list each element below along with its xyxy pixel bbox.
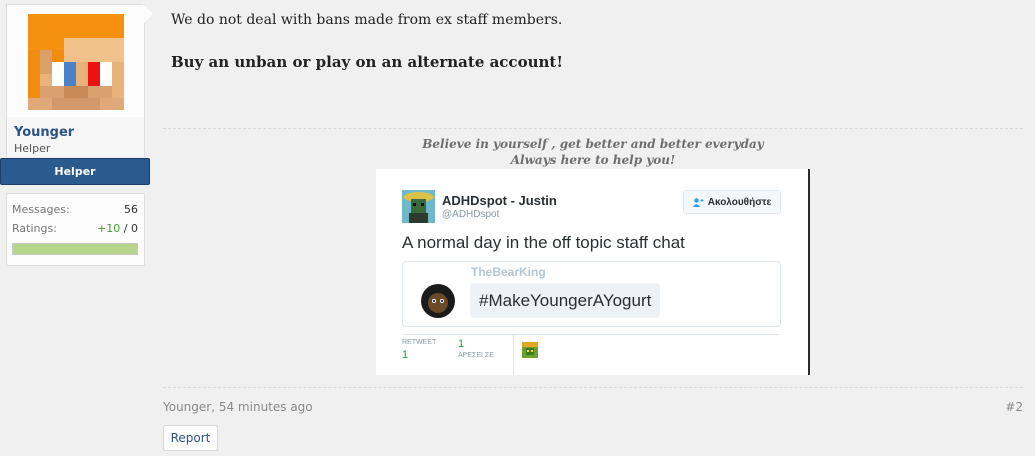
message-footer-divider bbox=[163, 387, 1023, 388]
minecraft-skin-face-icon bbox=[28, 14, 124, 110]
tweet-quoted-message: TheBearKing #MakeYoungerAYogurt bbox=[402, 261, 781, 327]
tweet-retweet-label: RETWEET bbox=[402, 339, 437, 346]
stat-ratings: Ratings: +10 / 0 bbox=[12, 222, 138, 235]
message-text-line: We do not deal with bans made from ex st… bbox=[171, 12, 563, 28]
tweet-fav-label: ΑΡΕΣΕΙ ΣΕ bbox=[458, 352, 494, 359]
stat-messages-label: Messages: bbox=[12, 203, 70, 216]
tweet-fav-avatar-icon bbox=[522, 342, 538, 358]
ratings-positive: +10 bbox=[97, 222, 121, 235]
rating-bar-fill bbox=[13, 244, 137, 254]
tweet-follow-button: Ακολουθήστε bbox=[683, 190, 781, 214]
quoted-author-avatar-icon bbox=[421, 284, 455, 318]
user-title: Helper bbox=[14, 142, 51, 155]
message-text-bold: Buy an unban or play on an alternate acc… bbox=[171, 53, 563, 71]
post-author-date[interactable]: Younger, 54 minutes ago bbox=[163, 400, 313, 414]
tweet-fav-count: 1 bbox=[458, 338, 465, 350]
stat-ratings-label: Ratings: bbox=[12, 222, 57, 235]
tweet-follow-label: Ακολουθήστε bbox=[707, 196, 772, 208]
tweet-author-handle: @ADHDspot bbox=[442, 209, 500, 220]
stat-messages-value[interactable]: 56 bbox=[124, 203, 138, 216]
user-name-block: Younger Helper bbox=[6, 117, 145, 157]
tweet-stats-separator bbox=[513, 335, 514, 375]
signature-divider bbox=[163, 128, 1023, 129]
quoted-message-bubble: #MakeYoungerAYogurt bbox=[470, 283, 661, 318]
rating-bar bbox=[12, 243, 138, 255]
user-rank-banner: Helper bbox=[0, 158, 150, 185]
stat-messages: Messages: 56 bbox=[12, 203, 138, 216]
tweet-stats-divider bbox=[402, 334, 779, 335]
follow-user-plus-icon bbox=[692, 197, 704, 207]
avatar[interactable] bbox=[28, 14, 124, 110]
report-button[interactable]: Report bbox=[163, 425, 218, 451]
tweet-author-avatar-icon bbox=[402, 190, 435, 223]
post-number-link[interactable]: #2 bbox=[1005, 400, 1023, 414]
signature-line-1: Believe in yourself , get better and bet… bbox=[422, 137, 764, 151]
signature-line-2: Always here to help you! bbox=[510, 153, 676, 167]
user-stats: Messages: 56 Ratings: +10 / 0 bbox=[6, 193, 145, 266]
tweet-retweet-count: 1 bbox=[402, 349, 409, 361]
ratings-separator: / bbox=[120, 222, 131, 235]
tweet-text: A normal day in the off topic staff chat bbox=[402, 233, 685, 252]
message-arrow bbox=[143, 4, 153, 24]
user-signature: Believe in yourself , get better and bet… bbox=[163, 136, 1023, 168]
tweet-author-name: ADHDspot - Justin bbox=[442, 193, 557, 208]
avatar-container bbox=[6, 4, 145, 118]
signature-tweet-image[interactable]: ADHDspot - Justin @ADHDspot Ακολουθήστε … bbox=[376, 169, 810, 375]
username-link[interactable]: Younger bbox=[14, 125, 74, 140]
quoted-author-name: TheBearKing bbox=[471, 265, 546, 279]
stat-ratings-value: +10 / 0 bbox=[97, 222, 138, 235]
ratings-negative: 0 bbox=[131, 222, 138, 235]
